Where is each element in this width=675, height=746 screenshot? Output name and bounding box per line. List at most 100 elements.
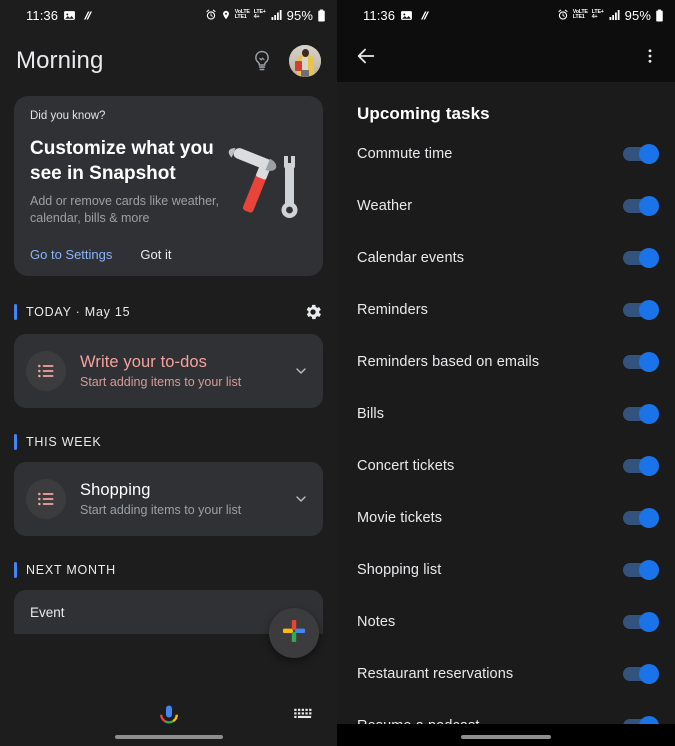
status-bar-left-group: 11:36 [363,8,430,23]
list-item-label: Shopping list [357,562,442,578]
toggle-switch[interactable] [623,456,659,476]
task-card-text: Write your to-dos Start adding items to … [80,353,293,389]
network-type-indicator: VoLTE LTE1 [572,8,588,20]
list-item[interactable]: Notes [357,596,659,648]
toggle-thumb [639,560,659,580]
section-accent-bar [14,304,17,320]
status-bar-clock: 11:36 [26,7,59,23]
list-item-label: Notes [357,614,396,630]
upcoming-tasks-list[interactable]: Commute time Weather Calendar events Rem… [337,128,675,746]
toggle-switch[interactable] [623,664,659,684]
list-item[interactable]: Concert tickets [357,440,659,492]
avatar-shirt [302,57,308,71]
go-to-settings-button[interactable]: Go to Settings [30,247,112,262]
list-item-label: Commute time [357,146,453,162]
toggle-switch[interactable] [623,404,659,424]
list-item[interactable]: Calendar events [357,232,659,284]
list-item-label: Calendar events [357,250,465,266]
status-bar-right: 11:36 VoLTE LTE1 LTE+ 4+ 95% [337,0,675,30]
alarm-icon [557,9,569,21]
toggle-switch[interactable] [623,560,659,580]
do-not-disturb-slash-icon [81,9,93,22]
task-card-title: Write your to-dos [80,353,208,371]
section-header-today: TODAY · May 15 [14,302,323,322]
snapshot-feed[interactable]: Did you know? Customize what you see in … [0,96,337,634]
list-item[interactable]: Weather [357,180,659,232]
toggle-switch[interactable] [623,144,659,164]
list-item-label: Weather [357,198,413,214]
toggle-thumb [639,456,659,476]
network-type-indicator: VoLTE LTE1 [234,8,250,20]
greeting-title: Morning [16,47,104,74]
list-item[interactable]: Bills [357,388,659,440]
battery-icon [655,9,664,22]
section-label-next-month: NEXT MONTH [26,563,116,577]
task-card-subtitle: Start adding items to your list [80,503,242,517]
add-card-fab[interactable] [269,608,319,658]
status-bar-left-group: 11:36 [26,8,93,23]
toggle-switch[interactable] [623,196,659,216]
lightbulb-icon[interactable] [249,48,275,74]
toggle-switch[interactable] [623,300,659,320]
snapshot-promo-card[interactable]: Did you know? Customize what you see in … [14,96,323,276]
do-not-disturb-slash-icon [418,9,430,22]
section-accent-bar [14,434,17,450]
toggle-thumb [639,144,659,164]
toggle-thumb [639,404,659,424]
image-icon [63,9,76,22]
bullet-list-icon [26,479,66,519]
right-screen-upcoming-tasks: 11:36 VoLTE LTE1 LTE+ 4+ 95% Upcoming ta… [337,0,675,746]
list-item[interactable]: Restaurant reservations [357,648,659,700]
toggle-switch[interactable] [623,612,659,632]
list-item-label: Movie tickets [357,510,443,526]
task-card-shopping[interactable]: Shopping Start adding items to your list [14,462,323,536]
battery-percent: 95% [286,7,313,23]
toggle-thumb [639,196,659,216]
list-item-label: Restaurant reservations [357,666,514,682]
hammer-and-wrench-illustration [221,138,311,228]
toggle-thumb [639,248,659,268]
list-item[interactable]: Commute time [357,128,659,180]
list-item[interactable]: Movie tickets [357,492,659,544]
section-header-this-week: THIS WEEK [14,434,323,450]
list-item[interactable]: Shopping list [357,544,659,596]
snapshot-header: Morning [0,30,337,92]
keyboard-icon[interactable] [293,707,315,723]
section-label-today: TODAY · May 15 [26,305,131,319]
settings-gear-icon[interactable] [303,302,323,322]
list-item-label: Reminders [357,302,429,318]
alarm-icon [205,9,217,21]
chevron-down-icon[interactable] [293,363,309,379]
google-plus-add-icon [281,618,307,649]
toggle-thumb [639,352,659,372]
google-assistant-mic-icon[interactable] [157,703,181,727]
status-bar-right-group: VoLTE LTE1 LTE+ 4+ 95% [557,8,664,23]
toggle-switch[interactable] [623,248,659,268]
toolbar [337,30,675,82]
list-item[interactable]: Reminders based on emails [357,336,659,388]
task-card-title: Shopping [80,481,151,499]
header-actions [249,45,321,77]
toggle-switch[interactable] [623,508,659,528]
location-pin-icon [221,9,231,21]
toggle-switch[interactable] [623,352,659,372]
account-avatar[interactable] [289,45,321,77]
toggle-thumb [639,612,659,632]
back-arrow-icon[interactable] [355,45,377,67]
avatar-bag [295,61,302,71]
avatar-legs [301,70,309,77]
dual-screenshot-container: 11:36 VoLTE LTE1 LTE+ 4+ 95% Morning Did… [0,0,675,746]
more-vertical-icon[interactable] [641,47,659,65]
got-it-button[interactable]: Got it [140,247,171,262]
status-bar-left: 11:36 VoLTE LTE1 LTE+ 4+ 95% [0,0,337,30]
home-indicator-bar [337,724,675,746]
list-item[interactable]: Reminders [357,284,659,336]
task-card-todos[interactable]: Write your to-dos Start adding items to … [14,334,323,408]
event-card-label: Event [30,604,65,620]
chevron-down-icon[interactable] [293,491,309,507]
page-title: Upcoming tasks [357,104,490,123]
list-item-label: Reminders based on emails [357,354,540,370]
toggle-thumb [639,664,659,684]
battery-percent: 95% [624,7,651,23]
promo-title: Customize what you see in Snapshot [30,138,214,184]
